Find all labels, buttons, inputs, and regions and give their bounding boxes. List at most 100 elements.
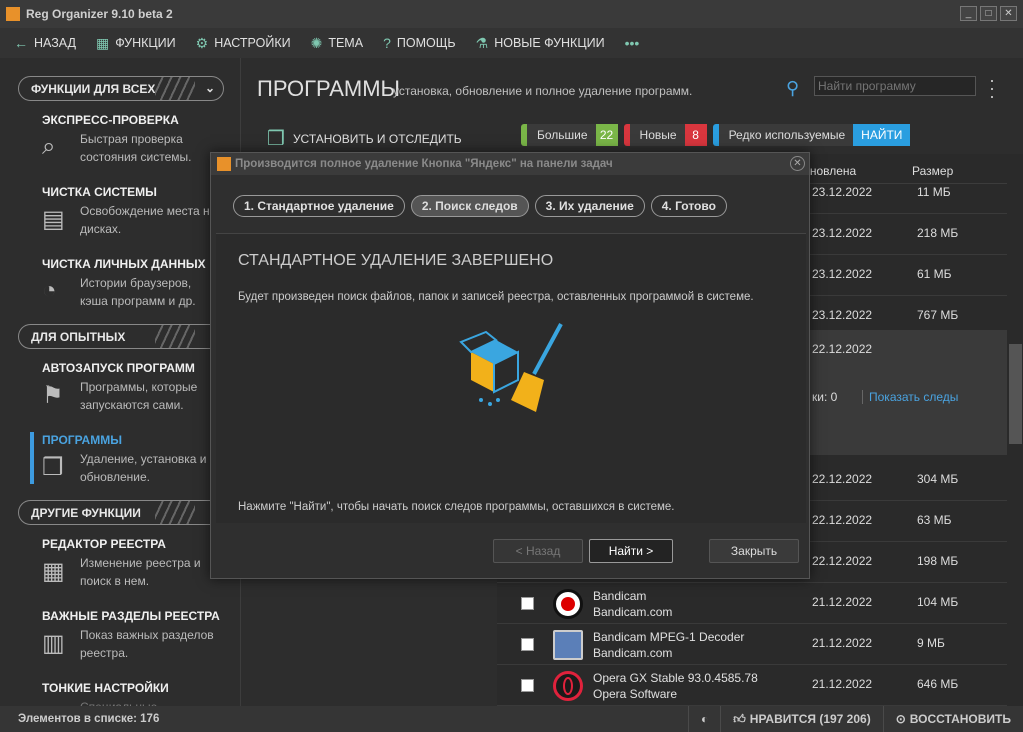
opera-gx-icon — [553, 671, 583, 701]
sidebar-item-desc: Быстрая проверка состояния системы. — [80, 132, 192, 164]
filter-count: 22 — [595, 124, 618, 146]
registry-keys-icon: ▥ — [42, 630, 65, 657]
sidebar-item-registry-editor[interactable]: РЕДАКТОР РЕЕСТРА ▦ Изменение реестра и п… — [42, 537, 232, 588]
arrow-left-icon: ← — [14, 35, 28, 51]
menu-settings-label: НАСТРОЙКИ — [214, 36, 291, 50]
row-checkbox[interactable] — [521, 638, 534, 651]
install-box-icon: ❒ — [267, 128, 285, 150]
section-for-all-label: ФУНКЦИИ ДЛЯ ВСЕХ — [31, 81, 156, 96]
install-label: УСТАНОВИТЬ И ОТСЛЕДИТЬ — [292, 131, 462, 146]
row-checkbox[interactable] — [521, 597, 534, 610]
title-bar: Reg Organizer 9.10 beta 2 _ □ ✕ — [0, 0, 1023, 28]
row-date: 23.12.2022 — [812, 267, 873, 281]
more-vertical-icon[interactable]: · · · — [989, 71, 995, 105]
menu-back[interactable]: ← НАЗАД — [14, 35, 76, 51]
row-size: 104 МБ — [917, 595, 959, 609]
find-button[interactable]: НАЙТИ — [853, 124, 911, 146]
menu-bar: ← НАЗАД ▦ ФУНКЦИИ ⚙ НАСТРОЙКИ ✺ ТЕМА ? ПОМОЩЬ… — [0, 28, 1023, 58]
sidebar-item-express-check[interactable]: ЭКСПРЕСС-ПРОВЕРКА ⌕ Быстрая проверка сос… — [42, 113, 232, 164]
table-row[interactable]: Opera GX Stable 93.0.4585.78 Opera Softwa… — [497, 665, 1007, 706]
filter-label: Новые — [639, 128, 677, 142]
minimize-button[interactable]: _ — [960, 6, 977, 21]
row-date: 23.12.2022 — [812, 185, 873, 199]
like-button[interactable]: 👍︎ НРАВИТСЯ (197 206) — [721, 712, 882, 727]
app-logo-icon — [6, 7, 20, 21]
menu-help[interactable]: ? ПОМОЩЬ — [383, 35, 456, 51]
menu-theme[interactable]: ✺ ТЕМА — [311, 35, 363, 52]
close-dialog-button[interactable]: Закрыть — [709, 539, 799, 563]
filter-large[interactable]: Большие 22 — [521, 124, 618, 146]
scroll-thumb[interactable] — [1009, 344, 1022, 444]
row-date: 23.12.2022 — [812, 226, 873, 240]
step-done: 4. Готово — [650, 195, 727, 217]
menu-more[interactable]: ••• — [625, 35, 640, 51]
traces-count: ки: 0 — [812, 390, 838, 404]
sidebar-item-tweaks[interactable]: ТОНКИЕ НАСТРОЙКИ Специальные — [42, 681, 232, 714]
menu-functions[interactable]: ▦ ФУНКЦИИ — [96, 35, 176, 52]
back-button[interactable]: < Назад — [493, 539, 583, 563]
restore-icon: ⊙ — [895, 712, 906, 726]
sidebar: ФУНКЦИИ ДЛЯ ВСЕХ ⌄ ЭКСПРЕСС-ПРОВЕРКА ⌕ Бы… — [0, 58, 240, 714]
section-stripes — [155, 77, 195, 100]
active-indicator — [30, 432, 34, 484]
menu-new-features-label: НОВЫЕ ФУНКЦИИ — [494, 36, 605, 50]
sidebar-item-autostart[interactable]: АВТОЗАПУСК ПРОГРАММ ⚑ Программы, которые… — [42, 361, 232, 412]
section-stripes — [155, 501, 195, 524]
table-row[interactable]: Bandicam MPEG-1 Decoder Bandicam.com 21.1… — [497, 624, 1007, 665]
thumbs-up-icon: 👍︎ — [733, 711, 746, 726]
row-name: Bandicam — [593, 589, 647, 603]
chevron-down-icon: ⌄ — [204, 81, 215, 95]
uninstall-dialog: Производится полное удаление Кнопка "Янд… — [210, 152, 810, 579]
section-stripes — [155, 325, 195, 348]
row-size: 767 МБ — [917, 308, 959, 322]
wizard-steps: 1. Стандартное удаление 2. Поиск следов … — [233, 195, 727, 217]
filter-bar: Большие 22 Новые 8 Редко используемые НАЙТИ — [521, 124, 911, 146]
support-button[interactable]: ◐ — [689, 712, 720, 726]
row-publisher: Bandicam.com — [593, 646, 673, 660]
window-title: Reg Organizer 9.10 beta 2 — [26, 7, 173, 21]
section-for-all[interactable]: ФУНКЦИИ ДЛЯ ВСЕХ ⌄ — [18, 76, 224, 101]
restore-label: ВОССТАНОВИТЬ — [909, 712, 1011, 726]
filter-label: Большие — [537, 128, 588, 142]
sidebar-item-system-clean[interactable]: ЧИСТКА СИСТЕМЫ ▤ Освобождение места на д… — [42, 185, 232, 236]
row-publisher: Bandicam.com — [593, 605, 673, 619]
app-window: Reg Organizer 9.10 beta 2 _ □ ✕ ← НАЗАД ▦… — [0, 0, 1023, 732]
dialog-title-bar: Производится полное удаление Кнопка "Янд… — [211, 153, 809, 175]
list-scrollbar[interactable] — [1007, 184, 1023, 706]
table-row[interactable]: Bandicam Bandicam.com 21.12.2022 104 МБ — [497, 583, 1007, 624]
section-other-label: ДРУГИЕ ФУНКЦИИ — [31, 505, 141, 520]
sidebar-item-title: ТОНКИЕ НАСТРОЙКИ — [42, 681, 169, 695]
show-traces-link[interactable]: Показать следы — [862, 390, 958, 404]
dialog-close-icon[interactable]: ✕ — [790, 156, 805, 171]
sidebar-item-title: ЧИСТКА ЛИЧНЫХ ДАННЫХ — [42, 257, 206, 271]
app-logo-icon — [217, 157, 231, 171]
row-size: 218 МБ — [917, 226, 959, 240]
row-name-block: Opera GX Stable 93.0.4585.78 Opera Softwa… — [593, 670, 758, 702]
menu-back-label: НАЗАД — [34, 36, 76, 50]
search-icon[interactable]: ⚲ — [786, 78, 799, 99]
sidebar-item-privacy-clean[interactable]: ЧИСТКА ЛИЧНЫХ ДАННЫХ ◔ Истории браузеров… — [42, 257, 232, 308]
filter-new[interactable]: Новые 8 — [623, 124, 707, 146]
sidebar-item-registry-keys[interactable]: ВАЖНЫЕ РАЗДЕЛЫ РЕЕСТРА ▥ Показ важных ра… — [42, 609, 232, 660]
sidebar-item-programs[interactable]: ПРОГРАММЫ ❒ Удаление, установка и обновл… — [42, 433, 232, 484]
menu-new-features[interactable]: ⚗ НОВЫЕ ФУНКЦИИ — [476, 35, 605, 52]
more-icon: ••• — [624, 35, 640, 51]
search-input[interactable] — [814, 76, 976, 96]
restore-button[interactable]: ⊙ ВОССТАНОВИТЬ — [884, 712, 1023, 726]
find-next-button[interactable]: Найти > — [589, 539, 673, 563]
install-and-track-button[interactable]: ❒ УСТАНОВИТЬ И ОТСЛЕДИТЬ — [267, 126, 462, 151]
menu-settings[interactable]: ⚙ НАСТРОЙКИ — [196, 35, 291, 52]
row-size: 11 МБ — [917, 185, 951, 199]
row-size: 61 МБ — [917, 267, 952, 281]
sidebar-item-desc: Программы, которые запускаются сами. — [80, 380, 198, 412]
row-checkbox[interactable] — [521, 679, 534, 692]
maximize-button[interactable]: □ — [980, 6, 997, 21]
filter-rarely-used[interactable]: Редко используемые НАЙТИ — [712, 124, 911, 146]
privacy-icon: ◔ — [42, 277, 57, 304]
menu-help-label: ПОМОЩЬ — [396, 36, 456, 50]
filter-count: 8 — [684, 124, 707, 146]
section-advanced[interactable]: ДЛЯ ОПЫТНЫХ — [18, 324, 224, 349]
close-button[interactable]: ✕ — [1000, 6, 1017, 21]
row-size: 198 МБ — [917, 554, 959, 568]
section-other[interactable]: ДРУГИЕ ФУНКЦИИ — [18, 500, 224, 525]
